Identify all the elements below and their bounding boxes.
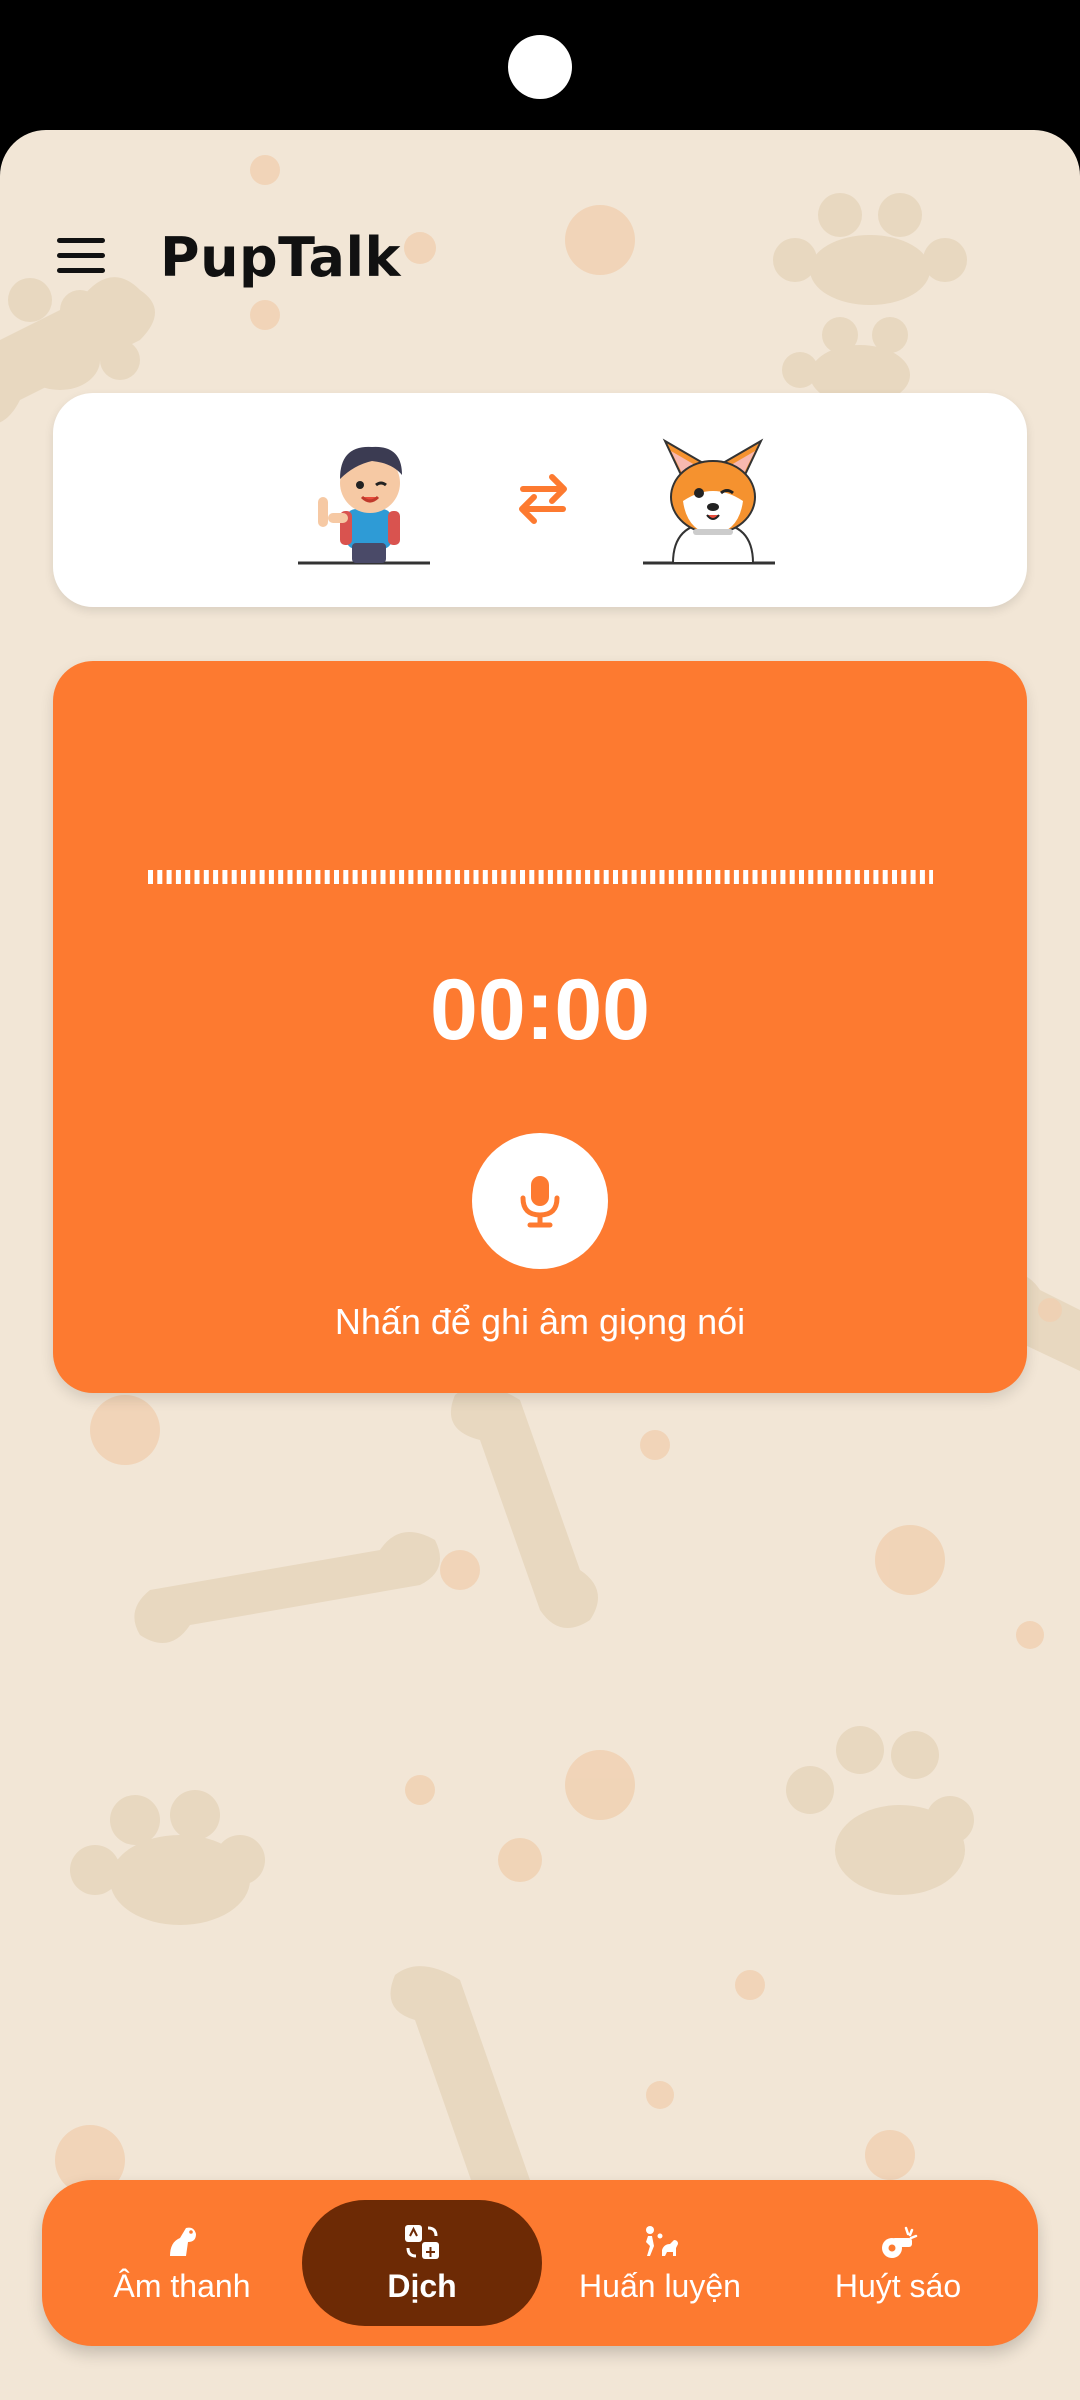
nav-item-translate[interactable]: Dịch: [302, 2200, 542, 2326]
menu-icon-line: [57, 237, 105, 243]
front-camera: [508, 35, 572, 99]
recording-timer: 00:00: [430, 962, 650, 1058]
menu-button[interactable]: [48, 222, 114, 288]
language-selector-card: [53, 393, 1027, 607]
recorder-card: 00:00 Nhấn để ghi âm giọng nói: [53, 661, 1027, 1393]
record-hint: Nhấn để ghi âm giọng nói: [334, 1301, 746, 1342]
menu-icon-line: [57, 252, 105, 258]
status-bar: [0, 0, 1080, 135]
nav-item-sounds[interactable]: Âm thanh: [62, 2200, 302, 2326]
translate-icon: [405, 2224, 439, 2259]
dog-avatar[interactable]: [643, 431, 783, 571]
swap-arrows-icon[interactable]: [508, 463, 578, 533]
whistle-icon: [882, 2226, 918, 2258]
menu-icon-line: [57, 267, 105, 273]
bottom-navigation: Âm thanh Dịch Huấn luyện Huýt sáo: [42, 2180, 1038, 2346]
nav-label: Huýt sáo: [834, 2267, 962, 2304]
app-bar: PupTalk: [0, 200, 1080, 310]
waveform: [148, 870, 933, 884]
training-icon: [646, 2225, 678, 2256]
nav-label: Âm thanh: [113, 2267, 251, 2304]
nav-label: Huấn luyện: [579, 2267, 741, 2304]
nav-label: Dịch: [387, 2267, 457, 2304]
app-title: PupTalk: [160, 226, 401, 289]
microphone-icon: [520, 1176, 560, 1228]
record-button[interactable]: [472, 1133, 608, 1269]
dog-sound-icon: [170, 2227, 196, 2256]
app-screen: PupTalk 00:00 Nhấn để ghi âm giọng nói Â…: [0, 130, 1080, 2400]
human-avatar[interactable]: [298, 431, 438, 571]
nav-item-training[interactable]: Huấn luyện: [540, 2200, 780, 2326]
nav-item-whistle[interactable]: Huýt sáo: [778, 2200, 1018, 2326]
